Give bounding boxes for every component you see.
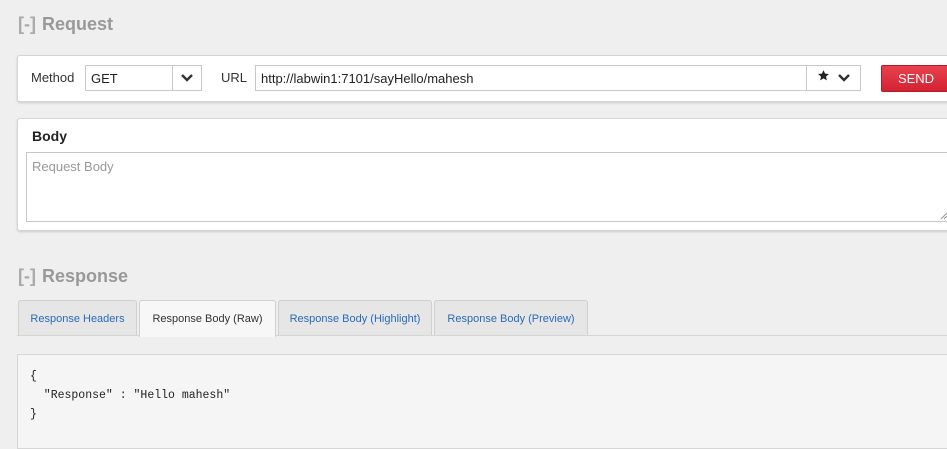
tab-response-body-preview[interactable]: Response Body (Preview) — [434, 300, 588, 336]
response-body-raw: { "Response" : "Hello mahesh" } — [17, 354, 947, 449]
chevron-down-icon[interactable] — [838, 69, 850, 87]
response-title-text: Response — [41, 266, 129, 286]
method-label: Method — [31, 70, 75, 85]
response-section-title[interactable]: [-] Response — [18, 266, 128, 287]
tab-response-body-raw[interactable]: Response Body (Raw) — [139, 300, 276, 337]
request-section-title[interactable]: [-] Request — [18, 14, 113, 35]
url-input[interactable] — [255, 65, 807, 91]
url-label: URL — [221, 70, 248, 85]
request-title-text: Request — [41, 14, 113, 34]
star-icon[interactable] — [817, 69, 830, 87]
body-panel: Body — [17, 118, 947, 231]
tab-response-body-highlight[interactable]: Response Body (Highlight) — [278, 300, 432, 336]
method-value: GET — [91, 71, 118, 86]
chevron-down-icon[interactable] — [172, 66, 201, 90]
response-body-text: { "Response" : "Hello mahesh" } — [30, 370, 231, 421]
request-bar: Method GET URL SEND — [17, 55, 947, 102]
request-collapse-toggle[interactable]: [-] — [18, 14, 36, 34]
send-button[interactable]: SEND — [881, 65, 947, 92]
body-title: Body — [32, 128, 67, 144]
response-collapse-toggle[interactable]: [-] — [18, 266, 36, 286]
request-body-textarea[interactable] — [26, 152, 947, 222]
tab-response-headers[interactable]: Response Headers — [18, 300, 137, 336]
url-tools — [806, 65, 861, 91]
method-select[interactable]: GET — [85, 65, 202, 91]
resize-grip-icon[interactable] — [940, 212, 947, 220]
